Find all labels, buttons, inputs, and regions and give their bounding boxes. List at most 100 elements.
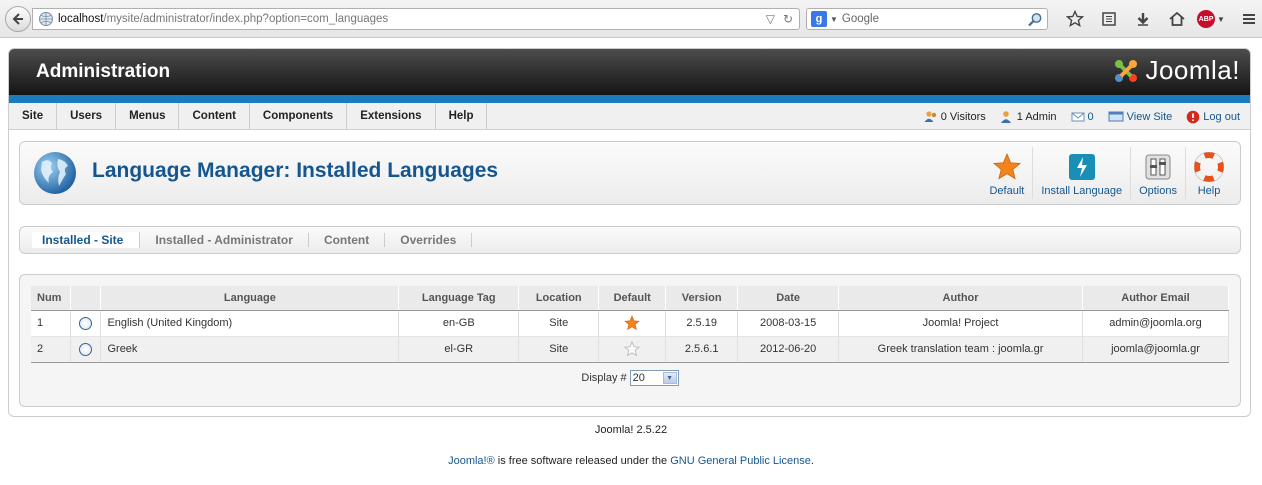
search-placeholder: Google — [841, 13, 880, 25]
install-language-button[interactable]: Install Language — [1032, 147, 1130, 199]
arrow-left-icon — [12, 13, 23, 25]
menu-help[interactable]: Help — [436, 103, 488, 130]
row-tag: el-GR — [398, 336, 520, 363]
menu-content[interactable]: Content — [179, 103, 250, 130]
col-date[interactable]: Date — [737, 286, 840, 311]
reading-list-icon[interactable] — [1092, 8, 1126, 30]
visitors-status: 0 Visitors — [924, 110, 986, 124]
gpl-link[interactable]: GNU General Public License — [670, 455, 811, 467]
tab-installed-administrator[interactable]: Installed - Administrator — [140, 233, 309, 247]
monitor-icon — [1108, 111, 1124, 121]
radio-button[interactable] — [79, 342, 93, 356]
admin-frame: Administration Joomla! Site Users Menus … — [8, 48, 1251, 417]
col-language[interactable]: Language — [100, 286, 400, 311]
messages-status[interactable]: 0 — [1071, 110, 1094, 124]
url-text: localhost/mysite/administrator/index.php… — [58, 13, 389, 25]
options-icon — [1145, 154, 1171, 180]
install-icon — [1068, 154, 1095, 180]
row-default[interactable] — [598, 336, 667, 363]
joomla-link[interactable]: Joomla!® — [448, 455, 495, 467]
table-header-row: Num Language Language Tag Location Defau… — [31, 286, 1230, 311]
languages-table-box: Num Language Language Tag Location Defau… — [19, 274, 1241, 407]
tab-overrides[interactable]: Overrides — [385, 233, 473, 247]
radio-button[interactable] — [79, 316, 93, 330]
admin-user-icon — [1000, 110, 1011, 123]
tab-installed-site[interactable]: Installed - Site — [32, 232, 141, 248]
col-author-email[interactable]: Author Email — [1082, 286, 1230, 311]
home-icon[interactable] — [1160, 8, 1194, 30]
adblock-icon[interactable]: ABP ▼ — [1194, 8, 1228, 30]
row-tag: en-GB — [398, 310, 520, 337]
lifebuoy-icon — [1194, 152, 1224, 182]
row-date: 2012-06-20 — [737, 336, 840, 363]
version-text: Joomla! 2.5.22 — [594, 424, 668, 436]
joomla-logo-icon — [1115, 59, 1138, 82]
star-outline-icon[interactable] — [624, 340, 641, 357]
view-site-link[interactable]: View Site — [1108, 111, 1172, 123]
globe-icon — [39, 12, 53, 26]
download-icon[interactable] — [1126, 8, 1160, 30]
default-button[interactable]: Default — [981, 147, 1032, 199]
table-row: 1 English (United Kingdom) en-GB Site 2.… — [31, 310, 1230, 337]
admin-header: Administration Joomla! — [9, 49, 1250, 95]
row-author: Joomla! Project — [838, 310, 1083, 337]
browser-toolbar: localhost/mysite/administrator/index.php… — [0, 0, 1262, 38]
header-title: Administration — [36, 61, 171, 82]
col-default[interactable]: Default — [598, 286, 667, 311]
chevron-down-icon[interactable]: ▼ — [830, 15, 838, 24]
language-globe-icon — [34, 152, 76, 194]
row-language: Greek — [100, 336, 400, 363]
users-icon — [924, 110, 936, 122]
display-label: Display # — [581, 372, 627, 384]
row-location: Site — [518, 310, 600, 337]
row-version: 2.5.6.1 — [665, 336, 739, 363]
hamburger-menu-icon[interactable] — [1232, 8, 1262, 30]
messages-icon — [1071, 112, 1085, 121]
search-bar[interactable]: g ▼ Google — [806, 8, 1048, 30]
toolbar-box: Language Manager: Installed Languages De… — [19, 141, 1241, 205]
reload-icon[interactable]: ↻ — [783, 12, 793, 26]
display-limit-select[interactable]: 20 ▼ — [629, 370, 679, 386]
languages-table: Num Language Language Tag Location Defau… — [31, 286, 1230, 363]
row-radio[interactable] — [70, 336, 102, 363]
joomla-logo[interactable]: Joomla! — [1111, 55, 1240, 86]
row-num: 2 — [31, 336, 72, 363]
help-button[interactable]: Help — [1185, 147, 1232, 199]
submenu-box: Installed - Site Installed - Administrat… — [19, 226, 1241, 254]
col-version[interactable]: Version — [665, 286, 739, 311]
url-bar[interactable]: localhost/mysite/administrator/index.php… — [32, 8, 800, 30]
dropdown-icon[interactable]: ▽ — [766, 12, 775, 26]
col-select — [70, 286, 102, 311]
row-email: joomla@joomla.gr — [1082, 336, 1230, 363]
col-location[interactable]: Location — [518, 286, 600, 311]
back-button[interactable] — [5, 6, 31, 32]
row-date: 2008-03-15 — [737, 310, 840, 337]
row-default[interactable] — [598, 310, 667, 337]
row-radio[interactable] — [70, 310, 102, 337]
options-button[interactable]: Options — [1130, 147, 1185, 199]
pagination-footer: Display # 20 ▼ — [31, 364, 1229, 392]
chevron-down-icon[interactable]: ▼ — [662, 372, 677, 384]
default-star-icon[interactable] — [624, 315, 640, 331]
menu-menus[interactable]: Menus — [116, 103, 180, 130]
tab-content[interactable]: Content — [309, 233, 386, 247]
google-icon: g — [811, 11, 827, 27]
row-location: Site — [518, 336, 600, 363]
logout-link[interactable]: Log out — [1186, 110, 1240, 124]
col-author[interactable]: Author — [838, 286, 1083, 311]
row-email: admin@joomla.org — [1082, 310, 1230, 337]
row-language: English (United Kingdom) — [100, 310, 400, 337]
row-author: Greek translation team : joomla.gr — [838, 336, 1083, 363]
toolbar-buttons: Default Install Language Options Help — [981, 147, 1232, 199]
bookmark-star-icon[interactable] — [1058, 8, 1092, 30]
search-icon[interactable] — [1027, 12, 1043, 28]
col-language-tag[interactable]: Language Tag — [398, 286, 520, 311]
menu-users[interactable]: Users — [57, 103, 117, 130]
menu-site[interactable]: Site — [9, 103, 58, 130]
page-title: Language Manager: Installed Languages — [92, 159, 499, 182]
logo-text: Joomla! — [1145, 55, 1240, 85]
menu-extensions[interactable]: Extensions — [347, 103, 436, 130]
admins-status: 1 Admin — [1000, 110, 1057, 124]
menu-components[interactable]: Components — [250, 103, 348, 130]
col-num[interactable]: Num — [31, 286, 72, 311]
